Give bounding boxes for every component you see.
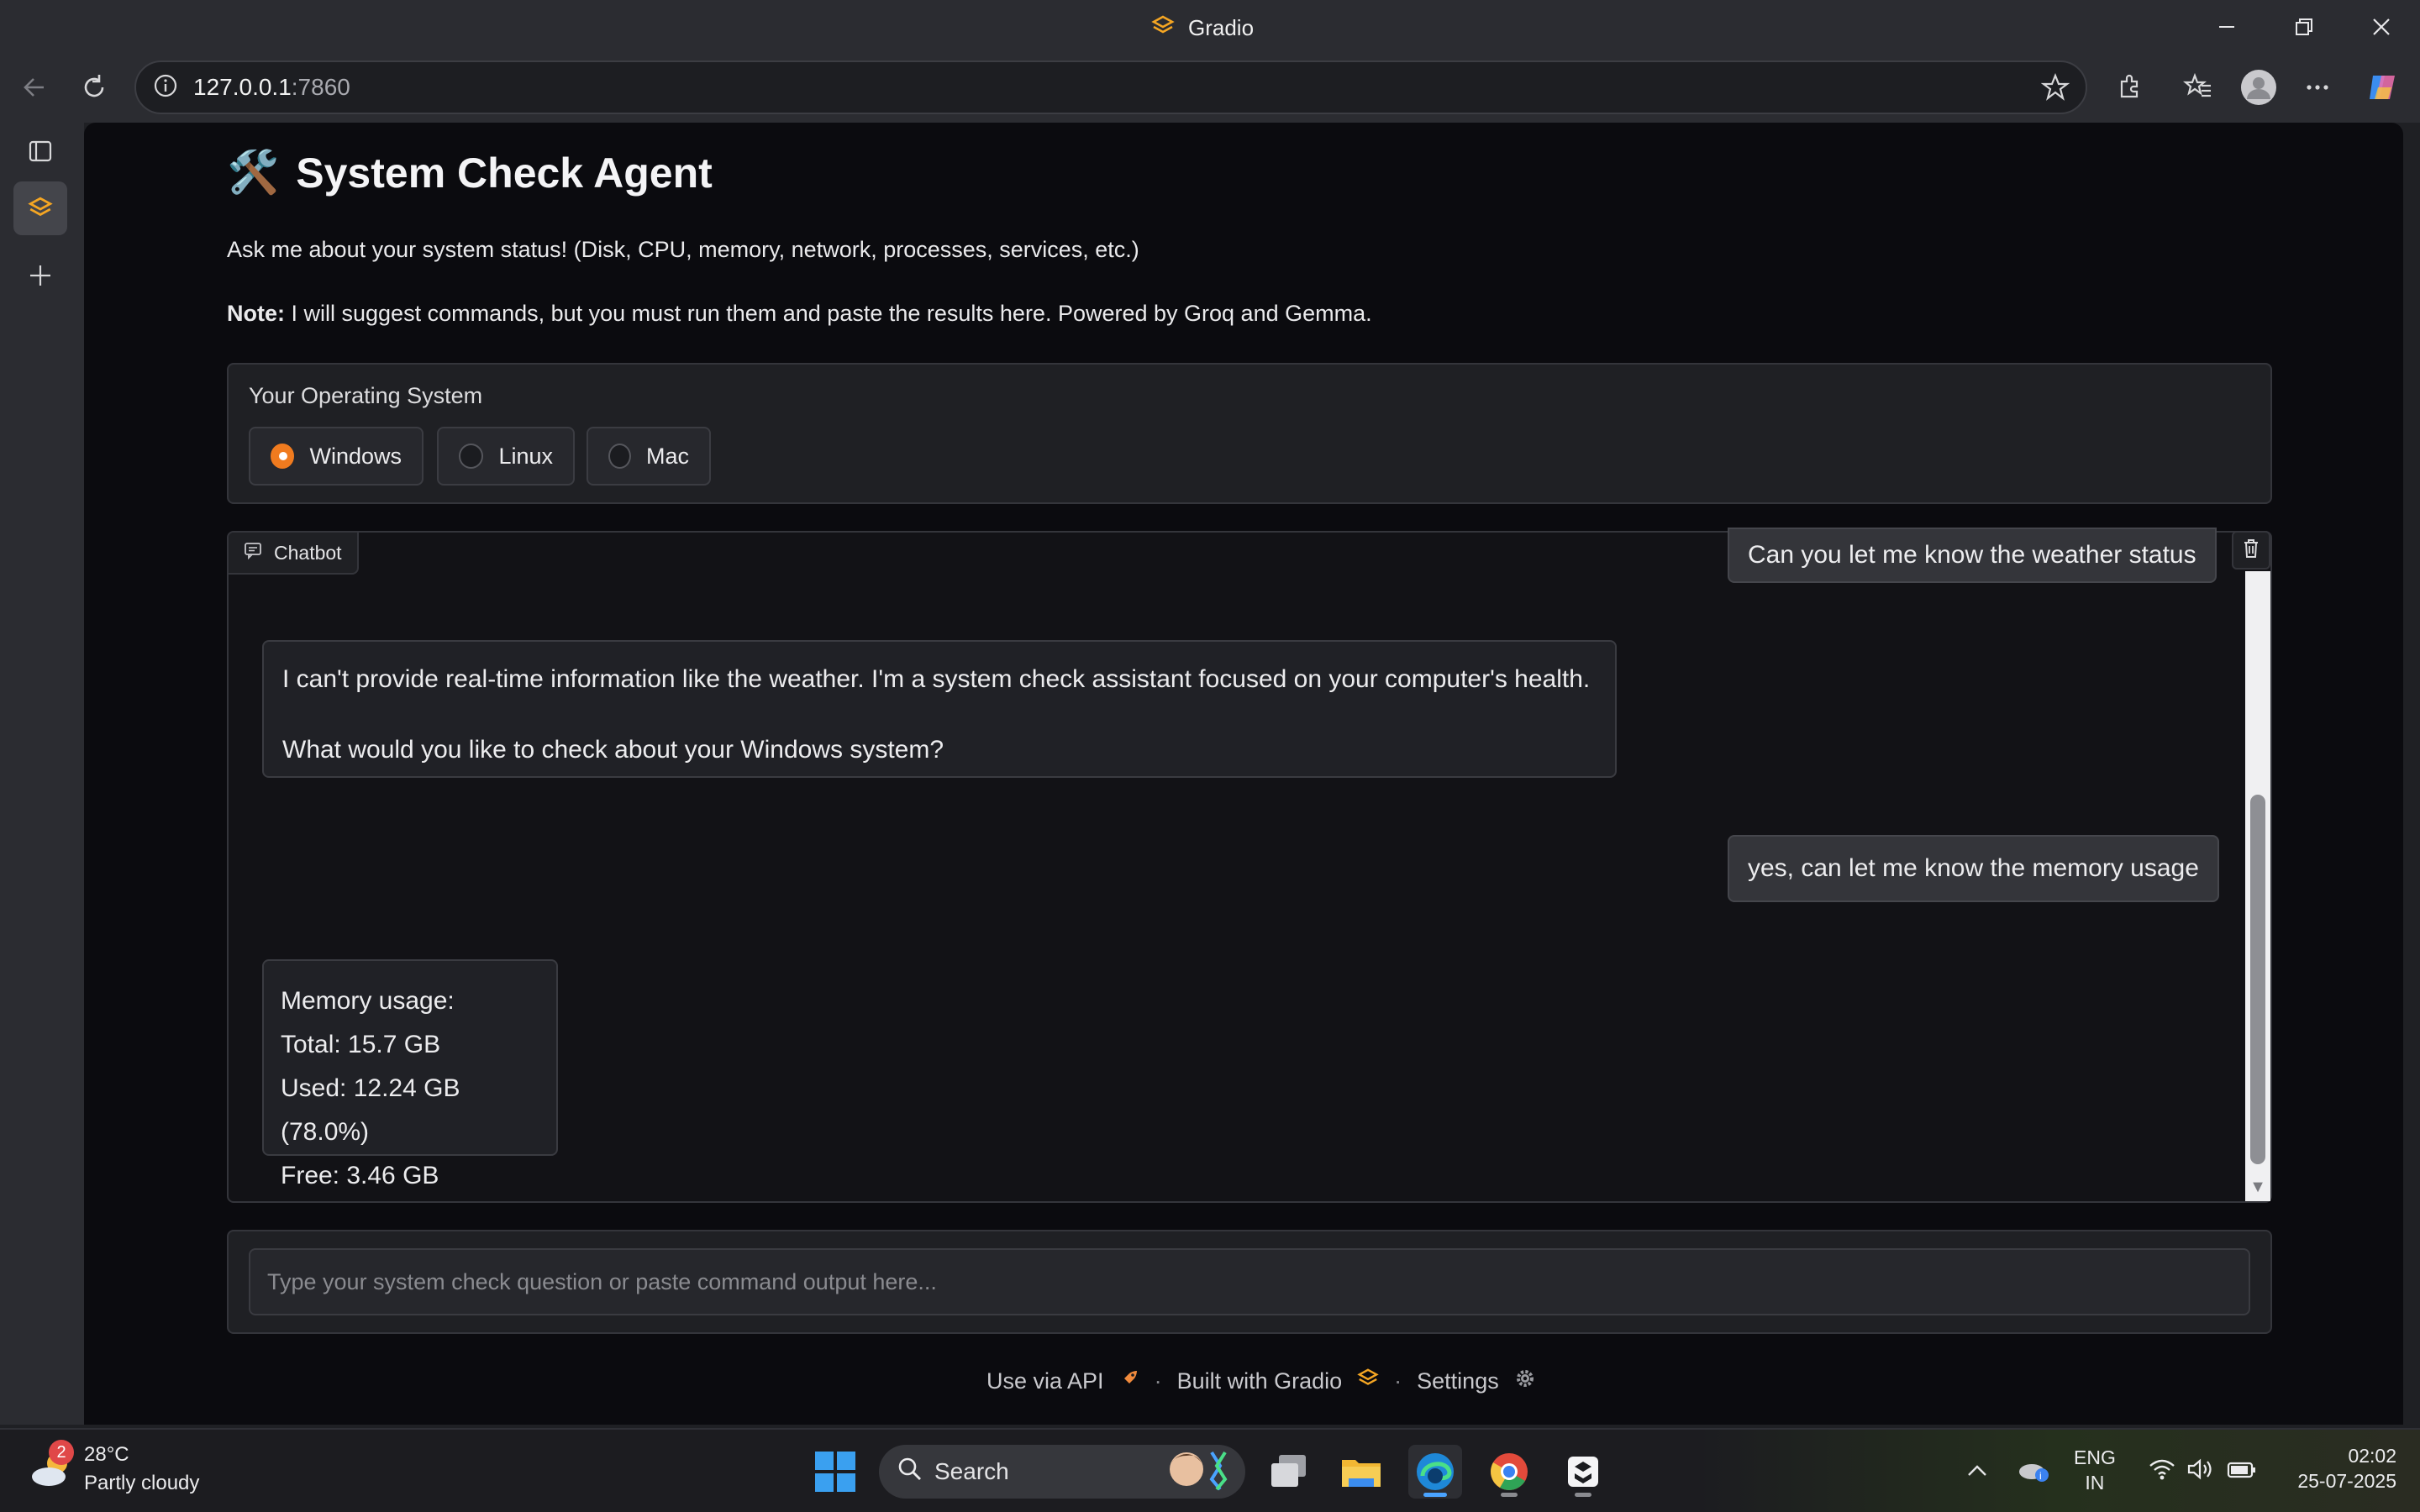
radio-linux[interactable]: Linux bbox=[437, 427, 575, 486]
tools-icon: 🛠️ bbox=[227, 149, 280, 196]
radio-label: Mac bbox=[645, 443, 689, 469]
rocket-icon bbox=[1119, 1368, 1139, 1394]
footer: Use via API · Built with Gradio · Settin… bbox=[986, 1364, 1536, 1398]
footer-separator: · bbox=[1154, 1368, 1162, 1394]
lang-line1: ENG bbox=[2074, 1446, 2116, 1468]
clock[interactable]: 02:02 25-07-2025 bbox=[2279, 1443, 2396, 1494]
weather-temp[interactable]: 28°C bbox=[84, 1443, 129, 1467]
info-icon[interactable] bbox=[153, 73, 178, 102]
task-view-icon[interactable] bbox=[1262, 1445, 1316, 1499]
scroll-down-arrow-icon[interactable]: ▼ bbox=[2245, 1173, 2270, 1201]
file-explorer-icon[interactable] bbox=[1334, 1445, 1388, 1499]
copilot-icon[interactable] bbox=[2360, 64, 2407, 111]
radio-windows[interactable]: Windows bbox=[249, 427, 424, 486]
extensions-icon[interactable] bbox=[2106, 64, 2153, 111]
os-selector-label: Your Operating System bbox=[249, 383, 483, 408]
user-message: yes, can let me know the memory usage bbox=[1728, 835, 2219, 902]
gradio-tab-icon[interactable] bbox=[13, 181, 67, 235]
app-description: Ask me about your system status! (Disk, … bbox=[227, 237, 1139, 262]
wifi-icon[interactable] bbox=[2148, 1457, 2176, 1486]
language-indicator[interactable]: ENG IN bbox=[2074, 1445, 2116, 1495]
chatbot-label-text: Chatbot bbox=[274, 541, 342, 564]
search-label: Search bbox=[934, 1458, 1009, 1484]
chatbot-label: Chatbot bbox=[229, 533, 359, 575]
vertical-tab-strip bbox=[0, 123, 84, 1425]
volume-icon[interactable] bbox=[2186, 1457, 2215, 1486]
assistant-message: Memory usage: Total: 15.7 GB Used: 12.24… bbox=[262, 959, 558, 1189]
gear-icon bbox=[1514, 1368, 1536, 1395]
clear-chat-button[interactable] bbox=[2232, 531, 2270, 570]
chrome-icon[interactable] bbox=[1482, 1445, 1536, 1499]
user-message: Can you let me know the weather status bbox=[1728, 528, 2217, 583]
notification-badge: 2 bbox=[49, 1440, 74, 1465]
message-line: I can't provide real-time information li… bbox=[282, 665, 1591, 693]
window-title-wrap: Gradio bbox=[1151, 12, 1254, 44]
radio-label: Windows bbox=[309, 443, 402, 469]
chevron-up-icon[interactable] bbox=[1966, 1458, 1988, 1484]
edge-icon[interactable] bbox=[1408, 1445, 1462, 1499]
app-title: 🛠️ System Check Agent bbox=[227, 148, 713, 197]
app-note: Note: I will suggest commands, but you m… bbox=[227, 301, 1372, 327]
app-icon[interactable] bbox=[1556, 1445, 1610, 1499]
battery-icon[interactable] bbox=[2227, 1460, 2257, 1484]
weather-desc[interactable]: Partly cloudy bbox=[84, 1472, 199, 1495]
profile-icon[interactable] bbox=[2235, 64, 2282, 111]
windows-start-icon[interactable] bbox=[813, 1450, 857, 1494]
message-line: Total: 15.7 GB bbox=[281, 1031, 441, 1058]
date: 25-07-2025 bbox=[2297, 1470, 2396, 1492]
time: 02:02 bbox=[2348, 1445, 2396, 1467]
gradio-logo-icon bbox=[1357, 1368, 1379, 1395]
chat-scrollbar-thumb[interactable] bbox=[2250, 795, 2265, 1164]
address-bar[interactable]: 127.0.0.1:7860 bbox=[134, 60, 2087, 114]
window-title: Gradio bbox=[1188, 14, 1255, 40]
footer-separator: · bbox=[1394, 1368, 1402, 1394]
close-icon[interactable] bbox=[2356, 8, 2407, 45]
app-title-text: System Check Agent bbox=[296, 149, 713, 197]
new-tab-icon[interactable] bbox=[13, 249, 67, 302]
note-text: I will suggest commands, but you must ru… bbox=[285, 301, 1372, 326]
taskbar-search[interactable]: Search bbox=[879, 1445, 1245, 1499]
lang-line2: IN bbox=[2085, 1472, 2105, 1494]
note-label: Note: bbox=[227, 301, 285, 326]
radio-label: Linux bbox=[498, 443, 553, 469]
url-host: 127.0.0.1 bbox=[193, 74, 292, 100]
more-icon[interactable] bbox=[2294, 64, 2341, 111]
search-icon bbox=[897, 1457, 923, 1488]
message-line: Used: 12.24 GB (78.0%) bbox=[281, 1074, 460, 1146]
chat-input[interactable] bbox=[249, 1248, 2250, 1315]
search-highlight-icon bbox=[1160, 1446, 1235, 1499]
chat-bubble-icon bbox=[244, 541, 262, 564]
built-with-gradio-link[interactable]: Built with Gradio bbox=[1177, 1368, 1343, 1394]
radio-unchecked-icon bbox=[459, 444, 484, 469]
refresh-icon[interactable] bbox=[71, 64, 118, 111]
url-port: :7860 bbox=[291, 74, 350, 100]
radio-mac[interactable]: Mac bbox=[587, 427, 711, 486]
radio-unchecked-icon bbox=[608, 444, 631, 469]
message-line: What would you like to check about your … bbox=[282, 736, 944, 764]
use-via-api-link[interactable]: Use via API bbox=[986, 1368, 1104, 1394]
minimize-icon[interactable] bbox=[2202, 8, 2252, 45]
star-icon[interactable] bbox=[2032, 64, 2079, 111]
onedrive-icon[interactable]: i bbox=[2017, 1457, 2050, 1488]
assistant-message: I can't provide real-time information li… bbox=[262, 640, 1617, 778]
tab-actions-icon[interactable] bbox=[13, 124, 67, 178]
gradio-logo-icon bbox=[1151, 14, 1175, 42]
back-icon[interactable] bbox=[10, 64, 57, 111]
favorites-icon[interactable] bbox=[2175, 64, 2222, 111]
message-line: Free: 3.46 GB bbox=[281, 1162, 439, 1189]
svg-text:i: i bbox=[2039, 1470, 2042, 1482]
settings-link[interactable]: Settings bbox=[1417, 1368, 1499, 1394]
trash-icon bbox=[2241, 538, 2261, 564]
radio-checked-icon bbox=[271, 444, 295, 469]
restore-icon[interactable] bbox=[2279, 8, 2329, 45]
message-line: Memory usage: bbox=[281, 987, 455, 1015]
